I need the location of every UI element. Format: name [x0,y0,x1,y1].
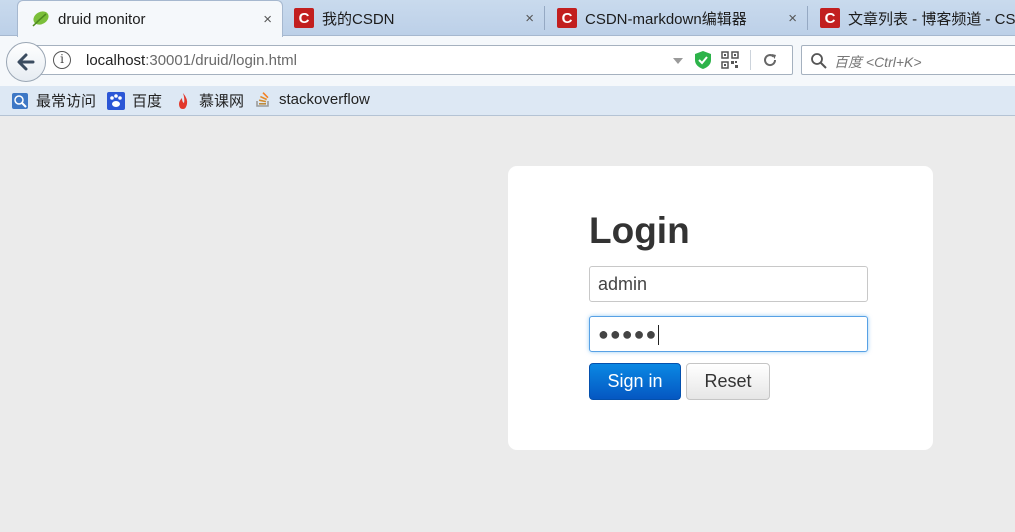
url-bar[interactable]: i localhost:30001/druid/login.html [28,45,793,75]
search-placeholder: 百度 <Ctrl+K> [834,54,922,70]
navigation-toolbar: i localhost:30001/druid/login.html 百度 <C… [0,36,1015,86]
search-bar[interactable]: 百度 <Ctrl+K> [801,45,1015,75]
bookmark-baidu[interactable]: 百度 [107,90,162,111]
bookmark-stackoverflow[interactable]: stackoverflow [254,90,370,108]
bookmarks-toolbar: 最常访问 百度 慕课网 stackoverflow [0,86,1015,116]
username-value: admin [598,274,648,294]
tab-close-button[interactable]: × [525,10,534,27]
url-host: localhost [86,52,146,69]
tab-close-button[interactable]: × [788,10,797,27]
tab-article-list[interactable]: C 文章列表 - 博客频道 - CSD [808,0,1015,36]
stackoverflow-icon [256,92,269,107]
url-path: :30001/druid/login.html [145,52,297,69]
back-button[interactable] [6,42,46,82]
qr-code-icon[interactable] [721,51,739,69]
bookmark-most-visited[interactable]: 最常访问 [11,90,96,111]
password-value: ●●●●● [598,324,658,344]
info-icon[interactable]: i [53,51,71,69]
most-visited-icon [12,92,28,109]
leaf-icon [32,11,49,27]
csdn-icon: C [557,8,577,28]
login-card: Login admin ●●●●● Sign in Reset [508,166,933,450]
tab-csdn-markdown[interactable]: C CSDN-markdown编辑器 × [545,0,807,36]
tab-title: 文章列表 - 博客频道 - CSD [848,10,1015,28]
tab-title: 我的CSDN [322,10,395,28]
reload-icon[interactable] [762,52,778,68]
tab-title: CSDN-markdown编辑器 [585,10,747,28]
url-text[interactable]: localhost:30001/druid/login.html [86,52,297,69]
back-arrow-icon [17,53,35,71]
username-input[interactable]: admin [589,266,868,302]
login-title: Login [589,210,690,251]
tab-close-button[interactable]: × [263,11,272,28]
password-input[interactable]: ●●●●● [589,316,868,352]
search-icon [811,53,827,69]
csdn-icon: C [820,8,840,28]
tab-strip: druid monitor × C 我的CSDN × C CSDN-markdo… [0,0,1015,37]
dropdown-arrow-icon[interactable] [672,56,684,66]
bookmark-label: 最常访问 [36,93,97,110]
url-bar-divider [750,50,751,70]
bookmark-imooc[interactable]: 慕课网 [174,90,244,111]
baidu-paw-icon [107,91,125,110]
tab-my-csdn[interactable]: C 我的CSDN × [282,0,544,36]
text-caret [658,325,660,346]
bookmark-label: 百度 [132,93,163,110]
bookmark-label: 慕课网 [199,93,245,110]
imooc-flame-icon [179,92,188,109]
bookmark-label: stackoverflow [279,90,370,108]
csdn-icon: C [294,8,314,28]
reset-button[interactable]: Reset [686,363,770,400]
tab-druid-monitor[interactable]: druid monitor × [17,0,283,37]
shield-check-icon[interactable] [694,50,712,70]
tab-title: druid monitor [58,10,146,28]
sign-in-button[interactable]: Sign in [589,363,681,400]
